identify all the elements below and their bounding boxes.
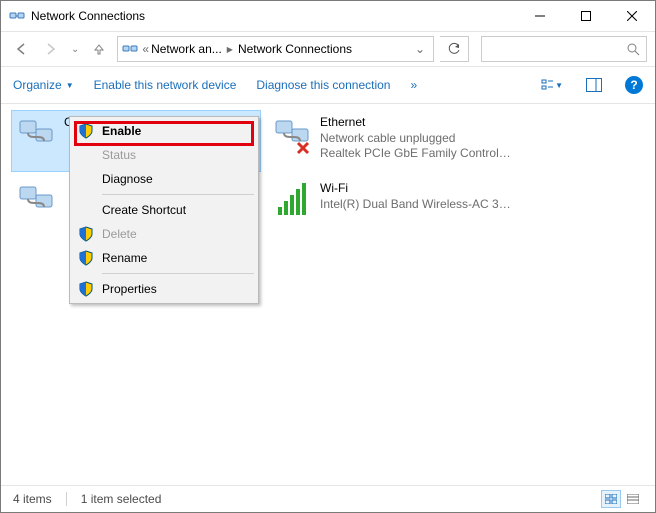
view-options-button[interactable]: ▼ [541,74,563,96]
breadcrumb-seg[interactable]: Network an... [151,42,222,56]
app-icon [9,8,25,24]
chevron-right-icon: ▶ [224,45,236,54]
separator [102,273,254,274]
ctx-properties[interactable]: Properties [72,277,256,301]
wifi-signal-icon [272,181,312,221]
ctx-diagnose[interactable]: Diagnose [72,167,256,191]
shield-icon [78,281,94,297]
selection-count: 1 item selected [81,492,162,506]
back-button[interactable] [9,37,33,61]
ctx-label: Status [102,148,136,162]
connection-item-wifi[interactable]: Wi-Fi Intel(R) Dual Band Wireless-AC 31.… [267,176,517,238]
close-button[interactable] [609,1,655,31]
refresh-button[interactable] [440,36,469,62]
breadcrumb[interactable]: « Network an... ▶ Network Connections [142,42,407,56]
shield-icon [78,123,94,139]
ctx-rename[interactable]: Rename [72,246,256,270]
separator [102,194,254,195]
title-bar: Network Connections [1,1,655,31]
view-tiles-button[interactable] [601,490,621,508]
window-title: Network Connections [31,9,145,23]
overflow-button[interactable]: » [410,78,417,92]
diagnose-connection-button[interactable]: Diagnose this connection [256,78,390,92]
navigation-bar: ⌄ « Network an... ▶ Network Connections … [1,31,655,67]
command-bar: Organize▼ Enable this network device Dia… [1,67,655,104]
ctx-create-shortcut[interactable]: Create Shortcut [72,198,256,222]
address-bar[interactable]: « Network an... ▶ Network Connections ⌄ [117,36,434,62]
ctx-label: Delete [102,227,137,241]
ctx-enable[interactable]: Enable [72,119,256,143]
forward-button[interactable] [39,37,63,61]
shield-icon [78,226,94,242]
connection-name: Ethernet [320,115,512,131]
search-input[interactable] [481,36,647,62]
content-area: Cisco AnyConnect Secure Mobility [1,104,655,498]
context-menu: Enable Status Diagnose Create Shortcut D… [69,116,259,304]
connection-name: Wi-Fi [320,181,512,197]
status-bar: 4 items 1 item selected [1,485,655,512]
maximize-button[interactable] [563,1,609,31]
separator [66,492,67,506]
minimize-button[interactable] [517,1,563,31]
connection-status: Network cable unplugged [320,131,512,147]
address-dropdown[interactable]: ⌄ [409,42,431,56]
breadcrumb-seg[interactable]: Network Connections [238,42,352,56]
connection-device: Realtek PCIe GbE Family Controller [320,146,512,162]
location-icon [120,41,140,57]
ctx-label: Diagnose [102,172,153,186]
shield-icon [78,250,94,266]
network-adapter-icon [16,181,56,221]
view-details-button[interactable] [623,490,643,508]
connection-device: Intel(R) Dual Band Wireless-AC 31... [320,197,512,213]
item-count: 4 items [13,492,52,506]
error-overlay-icon [298,143,308,153]
ctx-delete: Delete [72,222,256,246]
ctx-label: Create Shortcut [102,203,186,217]
preview-pane-button[interactable] [583,74,605,96]
search-icon [626,42,640,56]
ctx-label: Rename [102,251,147,265]
ctx-label: Properties [102,282,157,296]
network-adapter-icon [272,115,312,155]
network-adapter-icon [16,115,56,155]
connection-item-ethernet[interactable]: Ethernet Network cable unplugged Realtek… [267,110,517,172]
ctx-status: Status [72,143,256,167]
up-button[interactable] [87,37,111,61]
ctx-label: Enable [102,124,141,138]
enable-device-button[interactable]: Enable this network device [94,78,237,92]
organize-menu[interactable]: Organize▼ [13,78,74,92]
history-dropdown[interactable]: ⌄ [69,44,81,55]
help-button[interactable]: ? [625,76,643,94]
